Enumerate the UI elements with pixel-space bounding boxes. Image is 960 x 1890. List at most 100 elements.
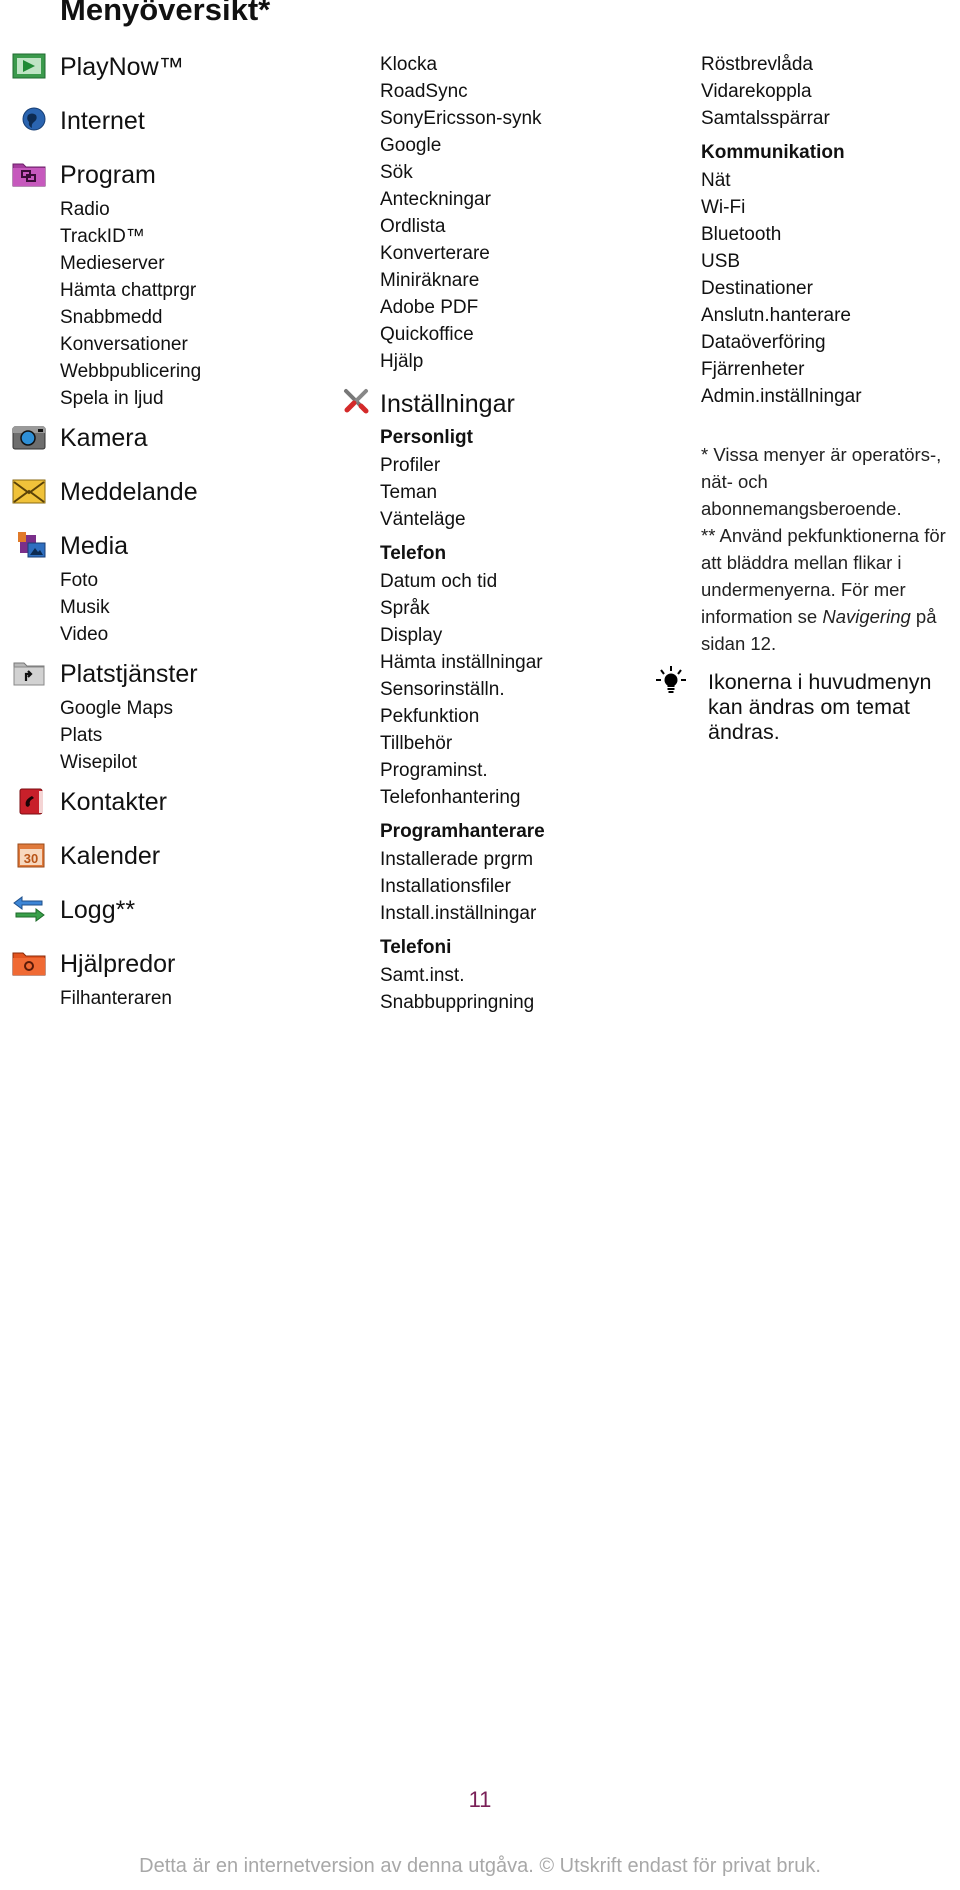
location-folder-icon xyxy=(12,659,46,687)
menu-subitem: Röstbrevlåda xyxy=(701,54,813,75)
menu-heading: Platstjänster xyxy=(60,660,198,688)
menu-subitem: Bluetooth xyxy=(701,224,782,245)
menu-heading: Media xyxy=(60,532,129,560)
settings-group-heading: Programhanterare xyxy=(380,821,545,842)
menu-subitem: Install.inställningar xyxy=(380,903,537,924)
menu-subitem: Google xyxy=(380,135,442,156)
menu-subitem: Installerade prgrm xyxy=(380,849,534,870)
envelope-icon xyxy=(12,477,46,505)
menu-subitem: RoadSync xyxy=(380,81,468,102)
contacts-icon xyxy=(12,787,46,815)
menu-heading: Internet xyxy=(60,107,145,135)
menu-subitem: USB xyxy=(701,251,741,272)
footnote-line: abonnemangsberoende. xyxy=(701,498,902,519)
globe-icon xyxy=(12,106,46,134)
menu-subitem: Samt.inst. xyxy=(380,965,465,986)
playnow-icon xyxy=(12,52,46,80)
page-number: 11 xyxy=(468,1787,492,1812)
page-title: Menyöversikt* xyxy=(60,0,271,27)
menu-subitem: Dataöverföring xyxy=(701,332,826,353)
menu-heading: Inställningar xyxy=(380,390,515,418)
menu-subitem: Hjälp xyxy=(380,351,424,372)
menu-heading: PlayNow™ xyxy=(60,53,184,81)
menu-subitem: Snabbmedd xyxy=(60,307,163,328)
tools-icon xyxy=(341,387,375,415)
menu-subitem: Wi-Fi xyxy=(701,197,746,218)
menu-subitem: Telefonhantering xyxy=(380,787,521,808)
footer-note: Detta är en internetversion av denna utg… xyxy=(139,1855,821,1877)
menu-subitem: Filhanteraren xyxy=(60,988,172,1009)
menu-subitem: Vänteläge xyxy=(380,509,466,530)
menu-subitem: Installationsfiler xyxy=(380,876,511,897)
menu-subitem: Plats xyxy=(60,725,103,746)
menu-subitem: Radio xyxy=(60,199,110,220)
menu-subitem: Musik xyxy=(60,597,110,618)
menu-subitem: Medieserver xyxy=(60,253,165,274)
menu-subitem: SonyEricsson-synk xyxy=(380,108,542,129)
menu-subitem: Destinationer xyxy=(701,278,813,299)
settings-group-heading: Telefon xyxy=(380,543,447,564)
tip-line: ändras. xyxy=(708,720,780,744)
tip-line: kan ändras om temat xyxy=(708,695,910,719)
footnote-line: information se Navigering på xyxy=(701,603,946,630)
footnote-line: ** Använd pekfunktionerna för xyxy=(701,525,946,546)
tip-lightbulb-icon xyxy=(655,665,687,702)
menu-subitem: Spela in ljud xyxy=(60,388,164,409)
footnote-line: sidan 12. xyxy=(701,633,777,654)
calendar-icon: 30 xyxy=(12,841,46,869)
menu-heading: Program xyxy=(60,161,156,189)
menu-subitem: Video xyxy=(60,624,109,645)
menu-subitem: Foto xyxy=(60,570,99,591)
menu-subitem: Konverterare xyxy=(380,243,490,264)
menu-subitem: Fjärrenheter xyxy=(701,359,805,380)
menu-subitem: Wisepilot xyxy=(60,752,138,773)
organizer-folder-icon xyxy=(12,949,46,977)
menu-subitem: Hämta chattprgr xyxy=(60,280,197,301)
menu-subitem: Nät xyxy=(701,170,731,191)
footnote-line: undermenyerna. För mer xyxy=(701,579,906,600)
menu-subitem: Google Maps xyxy=(60,698,174,719)
footnote-line: nät- och xyxy=(701,471,768,492)
menu-subitem: Konversationer xyxy=(60,334,188,355)
menu-subitem: Tillbehör xyxy=(380,733,453,754)
menu-subitem: Språk xyxy=(380,598,430,619)
menu-heading: Logg** xyxy=(60,896,136,924)
menu-subitem: Quickoffice xyxy=(380,324,474,345)
menu-subitem: Hämta inställningar xyxy=(380,652,543,673)
program-folder-icon xyxy=(12,160,46,188)
menu-subitem: Profiler xyxy=(380,455,441,476)
menu-subitem: Sensorinställn. xyxy=(380,679,505,700)
menu-subitem: TrackID™ xyxy=(60,226,145,247)
footnote-line: * Vissa menyer är operatörs-, xyxy=(701,444,942,465)
menu-subitem: Ordlista xyxy=(380,216,446,237)
settings-group-heading: Kommunikation xyxy=(701,142,845,163)
menu-subitem: Admin.inställningar xyxy=(701,386,862,407)
footnote-text: information se xyxy=(701,606,823,627)
menu-heading: Kamera xyxy=(60,424,148,452)
settings-group-heading: Personligt xyxy=(380,427,473,448)
camera-icon xyxy=(12,423,46,451)
menu-subitem: Anslutn.hanterare xyxy=(701,305,851,326)
menu-subitem: Display xyxy=(380,625,443,646)
menu-heading: Kontakter xyxy=(60,788,168,816)
menu-subitem: Snabbuppringning xyxy=(380,992,535,1013)
menu-subitem: Pekfunktion xyxy=(380,706,480,727)
tip-text: Ikonerna i huvudmenyn kan ändras om tema… xyxy=(708,670,932,745)
media-icon xyxy=(12,531,46,559)
menu-subitem: Anteckningar xyxy=(380,189,491,210)
menu-subitem: Datum och tid xyxy=(380,571,498,592)
menu-subitem: Vidarekoppla xyxy=(701,81,812,102)
footnote-text: på xyxy=(910,606,937,627)
log-arrows-icon xyxy=(12,895,46,923)
footnote-line: att bläddra mellan flikar i xyxy=(701,552,902,573)
menu-subitem: Miniräknare xyxy=(380,270,480,291)
menu-subitem: Webbpublicering xyxy=(60,361,202,382)
svg-text:30: 30 xyxy=(24,851,38,866)
menu-subitem: Teman xyxy=(380,482,438,503)
menu-heading: Hjälpredor xyxy=(60,950,176,978)
navigering-reference: Navigering xyxy=(822,606,911,627)
menu-heading: Kalender xyxy=(60,842,161,870)
menu-subitem: Klocka xyxy=(380,54,438,75)
settings-group-heading: Telefoni xyxy=(380,937,452,958)
menu-subitem: Programinst. xyxy=(380,760,488,781)
